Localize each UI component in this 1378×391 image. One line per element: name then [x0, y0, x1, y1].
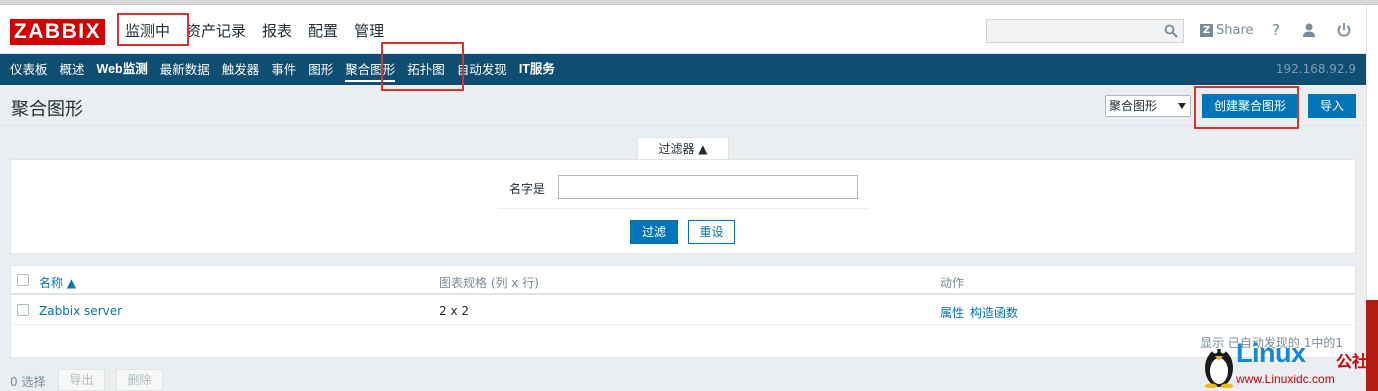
scrollbar-gutter[interactable]	[1366, 5, 1378, 300]
nav-inventory[interactable]: 资产记录	[178, 15, 254, 47]
row-name-link[interactable]: Zabbix server	[39, 304, 122, 318]
zabbix-logo[interactable]: ZABBIX	[10, 19, 105, 45]
subnav-events[interactable]: 事件	[265, 54, 302, 85]
nav-reports[interactable]: 报表	[254, 15, 300, 47]
zabbix-share-icon: Z	[1200, 24, 1213, 37]
screens-table: 名称 ▲ 图表规格 (列 x 行) 动作 Zabbix server 2 x 2…	[10, 265, 1356, 358]
power-signout-icon[interactable]	[1335, 21, 1353, 39]
delete-button[interactable]: 删除	[116, 369, 163, 391]
help-icon[interactable]: ?	[1267, 21, 1285, 39]
subnav-screens[interactable]: 聚合图形	[339, 54, 401, 85]
penguin-icon	[1205, 348, 1233, 388]
selected-count: 0 选择	[10, 375, 46, 389]
sub-nav-items: 仪表板 概述 Web监测 最新数据 触发器 事件 图形 聚合图形 拓扑图 自动发…	[4, 54, 561, 85]
main-nav: 监测中 资产记录 报表 配置 管理	[120, 15, 392, 47]
filter-divider	[498, 208, 868, 209]
row-constructor-link[interactable]: 构造函数	[970, 304, 1018, 321]
row-properties-link[interactable]: 属性	[940, 304, 964, 321]
subnav-web[interactable]: Web监测	[91, 54, 154, 85]
nav-configuration[interactable]: 配置	[300, 15, 346, 47]
import-button[interactable]: 导入	[1308, 94, 1356, 118]
subnav-graphs[interactable]: 图形	[302, 54, 339, 85]
user-profile-icon[interactable]	[1300, 21, 1318, 39]
page-title: 聚合图形	[11, 99, 83, 120]
column-header-name[interactable]: 名称 ▲	[39, 274, 76, 291]
subnav-dashboard[interactable]: 仪表板	[4, 54, 54, 85]
server-ip: 192.168.92.9	[1275, 62, 1356, 76]
table-header: 名称 ▲ 图表规格 (列 x 行) 动作	[11, 266, 1355, 295]
search-icon[interactable]	[1164, 24, 1178, 38]
type-select-value: 聚合图形	[1109, 99, 1158, 113]
top-header: ZABBIX 监测中 资产记录 报表 配置 管理 Z Share ?	[0, 5, 1366, 54]
row-checkbox[interactable]	[17, 304, 29, 316]
filter-name-label: 名字是	[509, 182, 546, 196]
create-screen-button[interactable]: 创建聚合图形	[1202, 94, 1298, 118]
column-header-actions: 动作	[940, 276, 965, 290]
watermark-brand: Linux	[1236, 338, 1306, 368]
table-row: Zabbix server 2 x 2 属性 构造函数	[11, 296, 1355, 325]
filter-panel	[10, 159, 1356, 254]
filter-apply-button[interactable]: 过滤	[630, 220, 678, 244]
share-label: Share	[1216, 23, 1254, 38]
subnav-it-services[interactable]: IT服务	[513, 54, 561, 85]
select-all-checkbox[interactable]	[17, 274, 29, 286]
subnav-latest-data[interactable]: 最新数据	[154, 54, 216, 85]
row-dimensions: 2 x 2	[439, 304, 469, 318]
filter-reset-button[interactable]: 重设	[688, 220, 735, 244]
subnav-triggers[interactable]: 触发器	[216, 54, 266, 85]
share-link[interactable]: Z Share	[1200, 23, 1254, 38]
search-input[interactable]	[987, 20, 1157, 42]
watermark-url: www.Linuxidc.com	[1236, 372, 1335, 386]
column-header-dimensions: 图表规格 (列 x 行)	[439, 276, 539, 290]
sub-nav: 仪表板 概述 Web监测 最新数据 触发器 事件 图形 聚合图形 拓扑图 自动发…	[0, 54, 1366, 85]
watermark-suffix: 公社	[1336, 352, 1369, 371]
search-box	[986, 19, 1184, 43]
subnav-overview[interactable]: 概述	[54, 54, 91, 85]
type-select[interactable]: 聚合图形	[1105, 95, 1191, 117]
filter-name-input[interactable]	[558, 175, 858, 199]
nav-monitoring[interactable]: 监测中	[120, 15, 178, 47]
export-button[interactable]: 导出	[58, 369, 105, 391]
subnav-maps[interactable]: 拓扑图	[401, 54, 451, 85]
nav-administration[interactable]: 管理	[346, 15, 392, 47]
filter-tab[interactable]: 过滤器 ▲	[637, 137, 729, 160]
chevron-down-icon	[1178, 103, 1186, 109]
title-divider	[0, 125, 1366, 126]
linuxidc-watermark: Linux 公社 www.Linuxidc.com	[1200, 336, 1378, 391]
subnav-discovery[interactable]: 自动发现	[451, 54, 513, 85]
